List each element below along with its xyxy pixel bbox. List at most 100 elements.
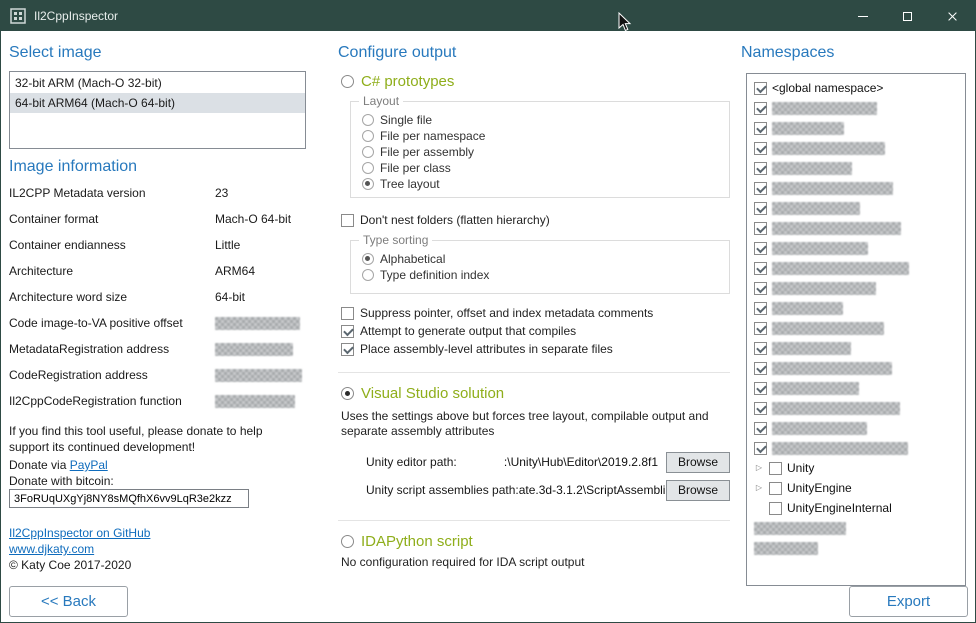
layout-group-label: Layout <box>359 94 403 108</box>
namespace-list[interactable]: <global namespace> ▷Unity▷UnityEngine Unit… <box>746 73 966 586</box>
checkbox-icon <box>754 82 767 95</box>
namespace-item[interactable]: ▷UnityEngine <box>751 478 961 498</box>
radio-option[interactable]: Alphabetical <box>362 251 725 267</box>
checkbox-icon <box>754 402 767 415</box>
namespace-item[interactable] <box>751 518 961 538</box>
redacted-namespace <box>772 222 901 235</box>
radio-option[interactable]: Type definition index <box>362 267 725 283</box>
image-list-item[interactable]: 32-bit ARM (Mach-O 32-bit) <box>10 73 305 93</box>
namespace-item[interactable] <box>751 298 961 318</box>
namespace-item[interactable]: ▷Unity <box>751 458 961 478</box>
radio-option[interactable]: File per assembly <box>362 144 725 160</box>
redacted-namespace <box>772 122 844 135</box>
namespace-item[interactable] <box>751 338 961 358</box>
radio-icon <box>362 253 374 265</box>
redacted-namespace <box>772 322 884 335</box>
namespace-item[interactable]: <global namespace> <box>751 78 961 98</box>
export-button[interactable]: Export <box>849 586 968 617</box>
layout-group: Layout Single fileFile per namespaceFile… <box>350 101 730 198</box>
checkbox-option[interactable]: Place assembly-level attributes in separ… <box>341 340 653 358</box>
redacted-value <box>215 395 295 408</box>
info-label: CodeRegistration address <box>9 368 215 394</box>
redacted-namespace <box>772 342 851 355</box>
ida-radio-icon <box>341 535 354 548</box>
titlebar[interactable]: Il2CppInspector <box>1 1 975 31</box>
idapython-radio[interactable]: IDAPython script <box>341 531 473 551</box>
bitcoin-label: Donate with bitcoin: <box>9 474 114 488</box>
redacted-namespace <box>754 542 818 555</box>
info-value <box>215 368 311 394</box>
namespace-item[interactable] <box>751 278 961 298</box>
checkbox-icon <box>754 242 767 255</box>
info-label: MetadataRegistration address <box>9 342 215 368</box>
expander-icon[interactable]: ▷ <box>754 483 764 493</box>
namespace-item[interactable] <box>751 218 961 238</box>
namespace-item[interactable] <box>751 138 961 158</box>
unity-script-path-value: ate.3d-3.1.2\ScriptAssemblies <box>519 483 666 497</box>
namespace-item[interactable] <box>751 398 961 418</box>
unity-script-path-label: Unity script assemblies path: <box>366 483 519 497</box>
back-button[interactable]: << Back <box>9 586 128 617</box>
namespace-item[interactable] <box>751 158 961 178</box>
info-label: Code image-to-VA positive offset <box>9 316 215 342</box>
namespace-item[interactable] <box>751 318 961 338</box>
checkbox-option[interactable]: Suppress pointer, offset and index metad… <box>341 304 653 322</box>
layout-options: Single fileFile per namespaceFile per as… <box>362 112 725 192</box>
radio-option[interactable]: File per namespace <box>362 128 725 144</box>
namespace-item[interactable] <box>751 418 961 438</box>
namespace-item[interactable] <box>751 198 961 218</box>
csharp-prototypes-radio[interactable]: C# prototypes <box>341 71 454 91</box>
namespace-item[interactable] <box>751 98 961 118</box>
info-label: Architecture word size <box>9 290 215 316</box>
donate-paypal-line: Donate via PayPal <box>9 458 108 472</box>
maximize-button[interactable] <box>885 1 930 31</box>
unity-script-browse-button[interactable]: Browse <box>666 480 730 501</box>
expander-icon[interactable]: ▷ <box>754 463 764 473</box>
bitcoin-address-input[interactable] <box>9 489 249 508</box>
redacted-namespace <box>772 162 852 175</box>
namespace-item[interactable] <box>751 438 961 458</box>
namespace-item[interactable] <box>751 238 961 258</box>
website-link[interactable]: www.djkaty.com <box>9 542 94 556</box>
close-button[interactable] <box>930 1 975 31</box>
checkbox-option[interactable]: Attempt to generate output that compiles <box>341 322 653 340</box>
namespace-item[interactable] <box>751 358 961 378</box>
github-link[interactable]: Il2CppInspector on GitHub <box>9 526 150 540</box>
flatten-checkbox[interactable]: Don't nest folders (flatten hierarchy) <box>341 212 550 228</box>
redacted-namespace <box>772 102 877 115</box>
checkbox-icon <box>754 302 767 315</box>
app-icon <box>10 8 26 24</box>
checkbox-icon <box>754 182 767 195</box>
radio-label: File per class <box>380 161 451 175</box>
paypal-link[interactable]: PayPal <box>70 458 108 472</box>
namespace-item[interactable] <box>751 178 961 198</box>
redacted-namespace <box>772 182 893 195</box>
unity-editor-browse-button[interactable]: Browse <box>666 452 730 473</box>
redacted-namespace <box>772 382 859 395</box>
redacted-namespace <box>772 242 868 255</box>
namespace-label: UnityEngineInternal <box>787 501 892 515</box>
donate-text: If you find this tool useful, please don… <box>9 423 287 455</box>
maximize-icon <box>903 12 912 21</box>
image-list-item[interactable]: 64-bit ARM64 (Mach-O 64-bit) <box>10 93 305 113</box>
namespaces-heading: Namespaces <box>741 44 834 62</box>
info-value: 23 <box>215 186 311 212</box>
namespace-item[interactable] <box>751 118 961 138</box>
checkbox-icon <box>754 262 767 275</box>
minimize-button[interactable] <box>840 1 885 31</box>
donate-via-text: Donate via <box>9 458 70 472</box>
redacted-value <box>215 369 302 382</box>
radio-option[interactable]: Tree layout <box>362 176 725 192</box>
image-list[interactable]: 32-bit ARM (Mach-O 32-bit)64-bit ARM64 (… <box>9 71 306 149</box>
checkbox-icon <box>341 307 354 320</box>
radio-label: File per namespace <box>380 129 485 143</box>
visual-studio-radio[interactable]: Visual Studio solution <box>341 383 504 403</box>
checkbox-icon <box>754 382 767 395</box>
radio-option[interactable]: File per class <box>362 160 725 176</box>
checkbox-icon <box>754 362 767 375</box>
namespace-item[interactable]: UnityEngineInternal <box>751 498 961 518</box>
namespace-item[interactable] <box>751 538 961 558</box>
namespace-item[interactable] <box>751 258 961 278</box>
namespace-item[interactable] <box>751 378 961 398</box>
radio-option[interactable]: Single file <box>362 112 725 128</box>
